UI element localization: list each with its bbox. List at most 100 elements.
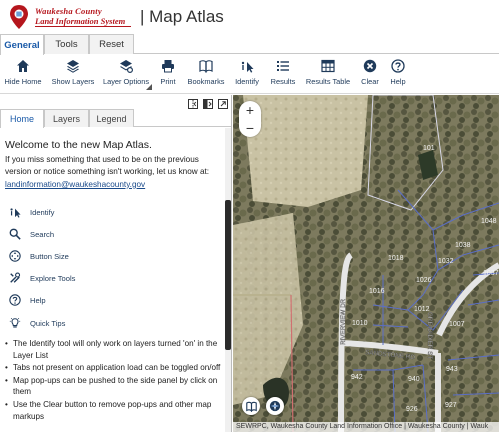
identify-button[interactable]: Identify xyxy=(234,59,260,91)
help-button[interactable]: Help xyxy=(388,59,408,91)
help-label: Help xyxy=(390,77,406,86)
collapse-panel-icon[interactable] xyxy=(188,96,198,109)
dock-panel-icon[interactable] xyxy=(203,96,213,109)
tab-legend[interactable]: Legend xyxy=(89,109,134,127)
contact-email-link[interactable]: landinformation@waukeshacounty.gov xyxy=(5,180,145,189)
tools-icon xyxy=(10,272,21,283)
help-item-label: Quick Tips xyxy=(30,318,66,328)
parcel-label: 101 xyxy=(423,145,435,152)
parcel-label: 1016 xyxy=(369,288,385,295)
layers-icon xyxy=(67,60,79,73)
help-item-button-size[interactable]: Button Size xyxy=(9,249,69,263)
print-button[interactable]: Print xyxy=(157,59,179,91)
tab-reset[interactable]: Reset xyxy=(89,34,134,54)
map-attribution: SEWRPC, Waukesha County Land Information… xyxy=(233,422,499,432)
parcel-label: 1032 xyxy=(438,258,454,265)
list-icon xyxy=(277,61,289,71)
bookmarks-button[interactable]: Bookmarks xyxy=(187,59,225,91)
help-item-explore-tools[interactable]: Explore Tools xyxy=(9,271,75,285)
zoom-control: + − xyxy=(239,101,261,137)
list-item: Tabs not present on application load can… xyxy=(5,362,223,374)
street-label: RIVERVIEW DR xyxy=(340,298,347,345)
list-item: Map pop-ups can be pushed to the side pa… xyxy=(5,375,223,398)
logo-line-1: Waukesha County xyxy=(35,6,102,16)
help-item-label: Help xyxy=(30,295,46,305)
parcel-label: 1010 xyxy=(352,320,368,327)
layer-options-dropdown-indicator xyxy=(146,84,152,90)
clear-button[interactable]: Clear xyxy=(359,59,381,91)
popout-panel-icon[interactable] xyxy=(218,96,228,109)
parcel-label: 927 xyxy=(445,402,457,409)
table-icon xyxy=(321,59,335,73)
help-item-label: Explore Tools xyxy=(30,273,76,283)
identify-icon xyxy=(10,208,21,218)
hide-home-label: Hide Home xyxy=(4,77,42,86)
layer-options-button[interactable]: Layer Options xyxy=(103,59,149,91)
zoom-in-button[interactable]: + xyxy=(239,101,261,119)
welcome-heading: Welcome to the new Map Atlas. xyxy=(5,139,152,151)
book-icon xyxy=(245,401,257,412)
side-panel: Home Layers Legend Welcome to the new Ma… xyxy=(0,95,232,432)
parcel-label: 1026 xyxy=(416,277,432,284)
panel-tabs: Home Layers Legend xyxy=(0,109,231,128)
map-bookmarks-button[interactable] xyxy=(242,397,260,415)
results-label: Results xyxy=(270,77,296,86)
tab-layers[interactable]: Layers xyxy=(44,109,89,127)
lightbulb-icon xyxy=(9,317,21,328)
help-icon xyxy=(9,294,21,306)
book-icon xyxy=(199,60,213,73)
intro-message: If you miss something that used to be on… xyxy=(5,155,210,177)
zoom-out-button[interactable]: − xyxy=(239,119,261,137)
scrollbar-thumb[interactable] xyxy=(225,200,231,350)
home-icon xyxy=(17,60,29,72)
parcel-label: 942 xyxy=(351,374,363,381)
map-basemap-button[interactable] xyxy=(266,397,284,415)
show-layers-label: Show Layers xyxy=(51,77,95,86)
panel-controls xyxy=(188,96,228,109)
help-icon xyxy=(391,59,405,73)
app-header: Waukesha County Land Information System … xyxy=(0,0,499,34)
tab-home[interactable]: Home xyxy=(0,109,44,128)
results-table-button[interactable]: Results Table xyxy=(306,59,350,91)
help-item-label: Search xyxy=(30,229,55,239)
help-item-help[interactable]: Help xyxy=(9,293,46,307)
identify-icon xyxy=(241,61,254,73)
help-item-quick-tips[interactable]: Quick Tips xyxy=(9,316,65,330)
compass-icon xyxy=(269,400,281,412)
results-table-label: Results Table xyxy=(305,77,351,86)
help-item-label: Button Size xyxy=(30,251,69,261)
parcel-label: 1037 xyxy=(483,270,499,277)
parcel-label: 1018 xyxy=(388,255,404,262)
tab-general[interactable]: General xyxy=(0,34,44,55)
logo-underline xyxy=(35,26,131,27)
map-pin-logo-icon xyxy=(10,5,28,29)
panel-scrollbar[interactable] xyxy=(225,128,231,432)
logo-line-2: Land Information System xyxy=(35,15,126,26)
toolbar: Hide Home Show Layers Layer Options Prin… xyxy=(0,55,499,94)
map-view[interactable]: 101 1048 1038 1032 1018 1026 1037 1016 1… xyxy=(233,95,499,432)
list-item: The Identify tool will only work on laye… xyxy=(5,338,223,361)
parcel-label: 1038 xyxy=(455,242,471,249)
layer-options-label: Layer Options xyxy=(103,77,150,86)
help-item-identify[interactable]: Identify xyxy=(9,205,54,219)
list-item: Use the Clear button to remove pop-ups a… xyxy=(5,399,223,422)
help-item-label: Identify xyxy=(30,207,55,217)
help-item-search[interactable]: Search xyxy=(9,227,54,241)
logo-text: Waukesha County Land Information System xyxy=(35,7,125,25)
parcel-label: 1048 xyxy=(481,218,497,225)
clear-label: Clear xyxy=(361,77,379,86)
intro-text: If you miss something that used to be on… xyxy=(5,154,223,191)
show-layers-button[interactable]: Show Layers xyxy=(51,59,95,91)
results-button[interactable]: Results xyxy=(270,59,296,91)
hide-home-button[interactable]: Hide Home xyxy=(4,59,42,91)
parcel-label: 940 xyxy=(408,376,420,383)
quick-tips-list: The Identify tool will only work on laye… xyxy=(5,338,223,423)
parcel-label: 943 xyxy=(446,366,458,373)
print-label: Print xyxy=(160,77,176,86)
app-title: | Map Atlas xyxy=(140,7,224,26)
aerial-imagery: 101 1048 1038 1032 1018 1026 1037 1016 1… xyxy=(233,95,499,432)
bookmarks-label: Bookmarks xyxy=(187,77,225,86)
toolbar-tabs: General Tools Reset xyxy=(0,34,499,55)
street-label: GRENADIER ST xyxy=(426,312,433,359)
tab-tools[interactable]: Tools xyxy=(44,34,89,54)
